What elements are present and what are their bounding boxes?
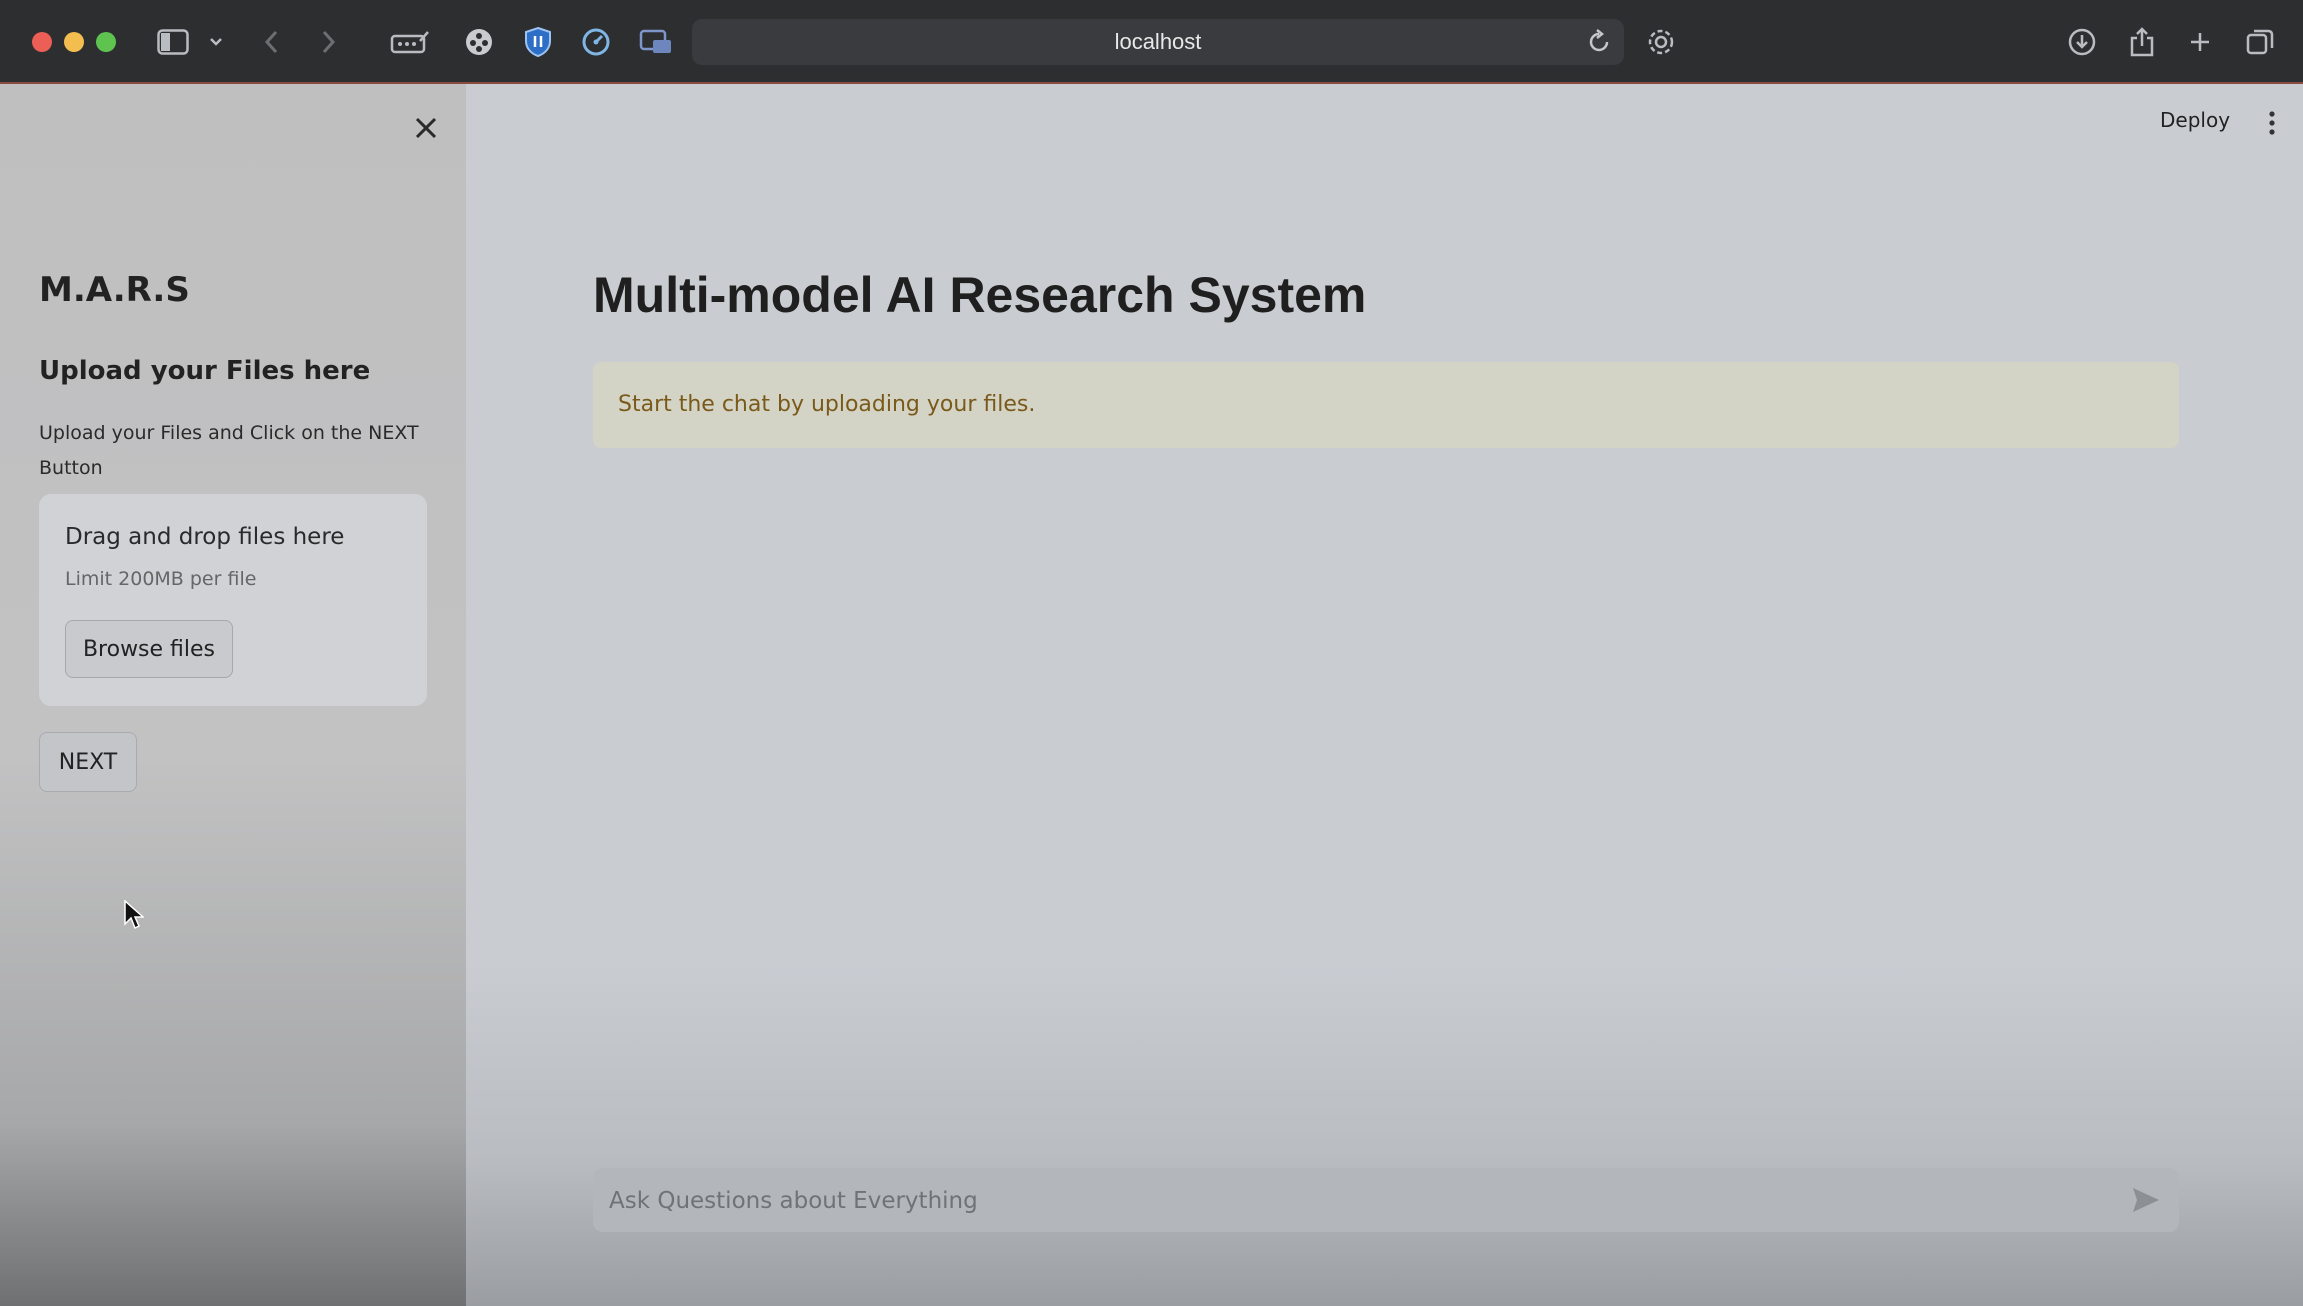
kebab-menu-icon[interactable] [2264,110,2280,136]
settings-icon[interactable] [1644,24,1678,60]
reload-icon[interactable] [1584,27,1614,57]
dropzone-limit: Limit 200MB per file [65,568,257,590]
info-alert: Start the chat by uploading your files. [593,362,2179,448]
send-icon[interactable] [2131,1186,2161,1214]
tabs-overview-icon[interactable] [2244,24,2276,60]
sidebar-icon[interactable] [156,24,190,60]
new-tab-icon[interactable] [2186,24,2214,60]
chevron-down-icon[interactable] [206,24,226,60]
close-icon[interactable] [410,112,442,144]
upload-description: Upload your Files and Click on the NEXT … [39,422,419,479]
picture-in-picture-icon[interactable] [638,24,674,60]
main-content: Deploy Multi-model AI Research System St… [466,84,2303,1306]
extension-icon[interactable] [462,24,496,60]
page-title: Multi-model AI Research System [593,267,1367,323]
mouse-cursor-icon [124,899,145,934]
address-bar[interactable]: localhost [692,19,1624,65]
window-zoom-button[interactable] [96,32,116,52]
browse-files-button[interactable]: Browse files [65,620,233,678]
alert-text: Start the chat by uploading your files. [618,392,1036,417]
next-button[interactable]: NEXT [39,732,137,792]
speedometer-icon[interactable] [580,24,612,60]
shield-icon[interactable] [522,24,554,60]
file-dropzone[interactable]: Drag and drop files here Limit 200MB per… [39,494,427,706]
download-icon[interactable] [2066,24,2098,60]
password-icon[interactable] [390,24,430,60]
brand-title: M.A.R.S [39,270,190,310]
browser-toolbar: localhost [0,0,2303,84]
window-minimize-button[interactable] [64,32,84,52]
upload-heading: Upload your Files here [39,356,371,386]
dropzone-title: Drag and drop files here [65,524,345,550]
window-close-button[interactable] [32,32,52,52]
url-text: localhost [1114,29,1202,54]
sidebar: M.A.R.S Upload your Files here Upload yo… [0,84,466,1306]
chat-input-bar [593,1168,2179,1234]
back-icon[interactable] [260,24,284,60]
forward-icon[interactable] [316,24,340,60]
chat-input[interactable] [607,1168,2111,1234]
share-icon[interactable] [2126,24,2158,60]
deploy-button[interactable]: Deploy [2160,108,2230,132]
